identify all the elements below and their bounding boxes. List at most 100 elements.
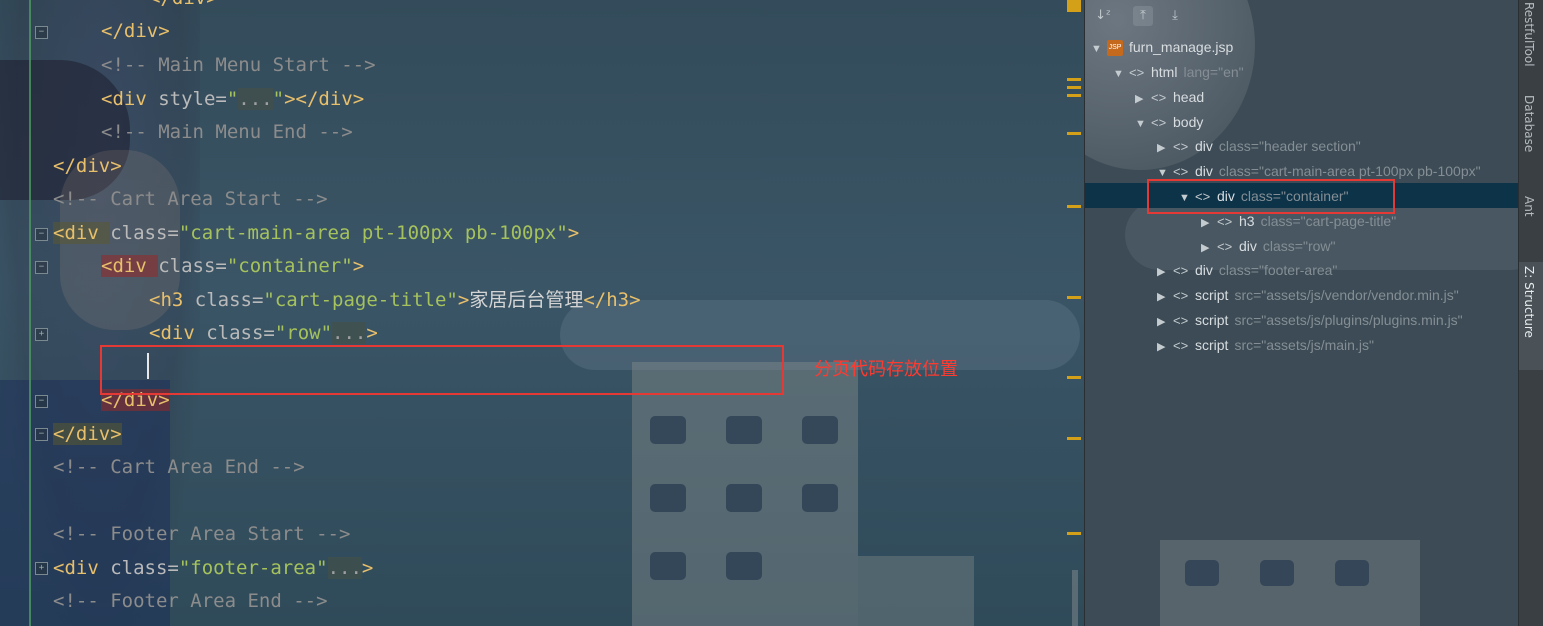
code-line[interactable]: <!-- Main Menu Start --> [101, 50, 376, 80]
tree-node-label: div [1195, 262, 1213, 279]
fold-icon[interactable]: + [35, 328, 48, 341]
code-value: " [272, 88, 285, 110]
code-comment: <!-- Cart Area End --> [53, 456, 305, 478]
code-line[interactable]: <h3 class="cart-page-title">家居后台管理</h3> [149, 285, 641, 315]
collapse-all-icon[interactable]: ⤓ [1165, 6, 1185, 26]
warning-marker[interactable] [1067, 94, 1081, 97]
tree-node-attr: src="assets/js/vendor/vendor.min.js" [1234, 287, 1459, 304]
tab-ant[interactable]: Ant [1522, 196, 1536, 217]
warning-marker[interactable] [1067, 296, 1081, 299]
warning-marker[interactable] [1067, 78, 1081, 81]
tree-node-script[interactable]: ▶ <> script src="assets/js/main.js" [1157, 334, 1374, 356]
code-line[interactable]: </div> [101, 16, 170, 46]
code-line[interactable]: <!-- Footer Area End --> [53, 586, 328, 616]
expand-arrow-icon[interactable]: ▶ [1201, 237, 1217, 259]
tab-database[interactable]: Database [1522, 95, 1536, 152]
background-window [650, 552, 686, 580]
expand-arrow-icon[interactable]: ▶ [1157, 336, 1173, 358]
tree-node-div[interactable]: ▶ <> div class="footer-area" [1157, 259, 1337, 281]
xml-tag-icon: <> [1173, 288, 1189, 304]
code-line[interactable]: </div> [53, 151, 122, 181]
folded-code[interactable]: ... [238, 88, 273, 110]
code-line[interactable]: <!-- Footer Area Start --> [53, 519, 350, 549]
warning-marker[interactable] [1067, 205, 1081, 208]
background-window [1335, 560, 1369, 586]
tree-node-html[interactable]: ▼ <> html lang="en" [1113, 61, 1244, 83]
tool-window-strip: RestfulTool Database Ant Z: Structure [1518, 0, 1543, 626]
sort-alpha-icon[interactable]: ↓ᶻ [1093, 6, 1113, 26]
code-line[interactable]: <div class="container"> [101, 251, 364, 281]
code-line[interactable]: </div> [53, 419, 122, 449]
background-building [632, 362, 858, 626]
expand-arrow-icon[interactable]: ▼ [1091, 38, 1107, 60]
tab-structure[interactable]: Z: Structure [1522, 266, 1536, 338]
tree-node-head[interactable]: ▶ <> head [1135, 86, 1204, 108]
warning-marker[interactable] [1067, 0, 1081, 12]
background-window [1185, 560, 1219, 586]
annotation-box [100, 345, 784, 395]
annotation-label: 分页代码存放位置 [814, 359, 958, 380]
code-line[interactable]: <div class="row"...> [149, 318, 378, 348]
code-value: "row" [274, 322, 333, 344]
background-window [726, 416, 762, 444]
collapse-arrow-icon[interactable]: ▼ [1135, 113, 1151, 135]
code-line[interactable]: <div class="cart-main-area pt-100px pb-1… [53, 218, 579, 248]
xml-tag-icon: <> [1217, 213, 1233, 229]
warning-marker[interactable] [1067, 437, 1081, 440]
tree-node-div[interactable]: ▶ <> div class="row" [1201, 235, 1335, 257]
expand-arrow-icon[interactable]: ▶ [1157, 311, 1173, 333]
code-line[interactable]: <div class="footer-area"...> [53, 553, 373, 583]
warning-marker[interactable] [1067, 532, 1081, 535]
expand-arrow-icon[interactable]: ▶ [1201, 212, 1217, 234]
fold-icon[interactable]: + [35, 562, 48, 575]
tree-node-script[interactable]: ▶ <> script src="assets/js/plugins/plugins.… [1157, 309, 1463, 331]
tree-node-label: div [1195, 138, 1213, 155]
fold-icon[interactable]: − [35, 428, 48, 441]
expand-arrow-icon[interactable]: ▶ [1135, 88, 1151, 110]
expand-arrow-icon[interactable]: ▶ [1157, 261, 1173, 283]
collapse-arrow-icon[interactable]: ▼ [1113, 63, 1129, 85]
tree-node-attr: src="assets/js/main.js" [1234, 336, 1374, 353]
code-line[interactable]: <!-- Cart Area End --> [53, 452, 305, 482]
code-tag: ></div> [284, 88, 365, 110]
xml-tag-icon: <> [1173, 337, 1189, 353]
tree-node-label: furn_manage.jsp [1129, 39, 1234, 55]
tab-restfultool[interactable]: RestfulTool [1522, 2, 1536, 67]
tree-node-attr: class="row" [1262, 237, 1336, 254]
xml-tag-icon: <> [1173, 139, 1189, 155]
fold-icon[interactable]: − [35, 26, 48, 39]
tree-node-body[interactable]: ▼ <> body [1135, 111, 1203, 133]
tree-node-file[interactable]: ▼ JSP furn_manage.jsp [1091, 36, 1233, 58]
code-line[interactable]: <!-- Main Menu End --> [101, 117, 353, 147]
code-line[interactable]: <!-- Cart Area Start --> [53, 184, 328, 214]
expand-all-icon[interactable]: ⤒ [1133, 6, 1153, 26]
code-line[interactable]: </div> [149, 0, 218, 13]
expand-arrow-icon[interactable]: ▶ [1157, 137, 1173, 159]
code-tag: <div [101, 88, 159, 110]
warning-marker[interactable] [1067, 86, 1081, 89]
code-comment: <!-- Cart Area Start --> [53, 188, 328, 210]
background-window [650, 484, 686, 512]
folded-code[interactable]: ... [327, 557, 362, 579]
warning-marker[interactable] [1067, 132, 1081, 135]
tree-node-attr: class="cart-page-title" [1260, 212, 1397, 229]
code-line[interactable]: <div style="..."></div> [101, 84, 364, 114]
error-stripe[interactable] [1062, 0, 1084, 626]
code-tag: > [457, 289, 470, 311]
tree-node-script[interactable]: ▶ <> script src="assets/js/vendor/vendor.mi… [1157, 284, 1459, 306]
tree-node-attr: lang="en" [1183, 64, 1244, 80]
code-tag: </div> [53, 155, 122, 177]
tree-node-attr: class="footer-area" [1218, 262, 1338, 279]
expand-arrow-icon[interactable]: ▶ [1157, 286, 1173, 308]
fold-icon[interactable]: − [35, 261, 48, 274]
code-comment: <!-- Footer Area End --> [53, 590, 328, 612]
warning-marker[interactable] [1067, 376, 1081, 379]
code-tag: <div [53, 557, 111, 579]
tree-node-div[interactable]: ▶ <> div class="header section" [1157, 135, 1361, 157]
fold-icon[interactable]: − [35, 395, 48, 408]
fold-icon[interactable]: − [35, 228, 48, 241]
code-editor[interactable]: − − − + − − + </div> </div> <!-- Main Me… [0, 0, 1084, 626]
scrollbar-thumb[interactable] [1072, 570, 1078, 626]
tree-node-label: div [1195, 163, 1213, 180]
folded-code[interactable]: ... [332, 322, 367, 344]
